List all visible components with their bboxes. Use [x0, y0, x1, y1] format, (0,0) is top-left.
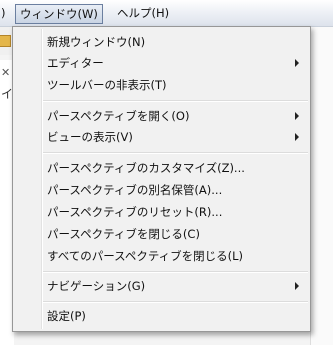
menu-item-save-perspective-as[interactable]: パースペクティブの別名保管(A)...: [15, 179, 308, 201]
menu-item-label: パースペクティブの別名保管(A)...: [47, 183, 223, 197]
menu-item-label: エディター: [47, 56, 104, 70]
folder-icon[interactable]: [0, 35, 11, 47]
menu-bar: ) ウィンドウ(W) ヘルプ(H): [0, 0, 333, 27]
menu-item-label: パースペクティブを開く(O): [47, 109, 190, 123]
menu-item-label: パースペクティブのリセット(R)...: [47, 205, 223, 219]
menu-separator: [43, 152, 308, 154]
menu-item-customize-perspective[interactable]: パースペクティブのカスタマイズ(Z)...: [15, 157, 308, 179]
menubar-item-help[interactable]: ヘルプ(H): [114, 5, 172, 22]
menu-item-open-perspective[interactable]: パースペクティブを開く(O): [15, 105, 308, 127]
chevron-right-icon: [295, 282, 299, 290]
menu-item-reset-perspective[interactable]: パースペクティブのリセット(R)...: [15, 201, 308, 223]
menu-item-label: パースペクティブのカスタマイズ(Z)...: [47, 161, 245, 175]
menu-separator: [43, 100, 308, 102]
chevron-right-icon: [295, 112, 299, 120]
chevron-right-icon: [295, 133, 299, 141]
menu-item-label: 設定(P): [47, 309, 86, 323]
menu-item-new-window[interactable]: 新規ウィンドウ(N): [15, 31, 308, 53]
menu-item-show-view[interactable]: ビューの表示(V): [15, 126, 308, 148]
menu-separator: [43, 271, 308, 273]
menu-item-close-all-perspectives[interactable]: すべてのパースペクティブを閉じる(L): [15, 245, 308, 267]
right-panel: [310, 27, 333, 345]
menu-item-close-perspective[interactable]: パースペクティブを閉じる(C): [15, 223, 308, 245]
menu-item-editor[interactable]: エディター: [15, 52, 308, 74]
menu-item-preferences[interactable]: 設定(P): [15, 305, 308, 327]
menu-item-label: ナビゲーション(G): [47, 279, 146, 293]
menu-separator: [43, 301, 308, 303]
window-menu: 新規ウィンドウ(N) エディター ツールバーの非表示(T) パースペクティブを開…: [12, 26, 311, 332]
menu-item-label: パースペクティブを閉じる(C): [47, 227, 200, 241]
menubar-item-partial[interactable]: ): [0, 5, 9, 22]
menubar-item-window[interactable]: ウィンドウ(W): [15, 4, 103, 24]
menu-item-label: ビューの表示(V): [47, 130, 133, 144]
chevron-right-icon: [295, 59, 299, 67]
menu-item-label: ツールバーの非表示(T): [47, 78, 167, 92]
menu-item-navigation[interactable]: ナビゲーション(G): [15, 275, 308, 297]
close-icon[interactable]: ✕: [1, 66, 10, 79]
menu-item-hide-toolbar[interactable]: ツールバーの非表示(T): [15, 74, 308, 96]
menu-item-label: すべてのパースペクティブを閉じる(L): [47, 249, 244, 263]
menu-item-label: 新規ウィンドウ(N): [47, 35, 146, 49]
